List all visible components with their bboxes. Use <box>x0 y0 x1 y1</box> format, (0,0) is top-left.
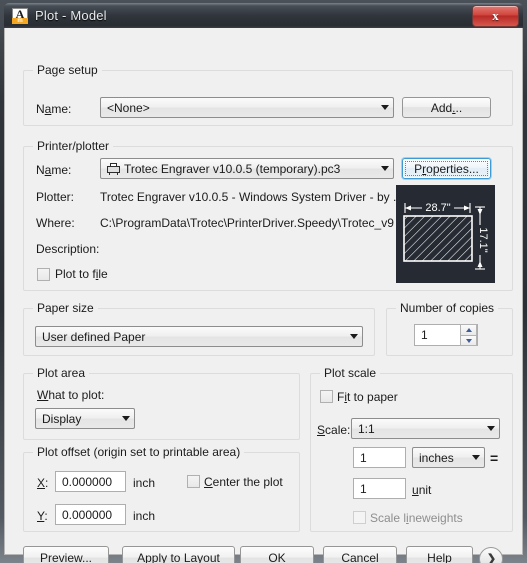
printer-properties-button[interactable]: Properties... <box>402 158 491 179</box>
chevron-down-icon <box>467 448 484 467</box>
scale-numerator-input[interactable]: 1 <box>353 447 406 468</box>
plot-to-file-label: Plot to file <box>55 267 108 281</box>
fit-to-paper-checkbox[interactable] <box>320 390 333 403</box>
plotter-icon <box>107 162 120 175</box>
equals-sign: = <box>490 450 499 466</box>
paper-preview-drawing: 28.7" 17.1" <box>403 201 489 270</box>
properties-button-label: Properties... <box>414 161 479 176</box>
cancel-button-label: Cancel <box>341 551 379 563</box>
close-button[interactable]: x <box>472 5 519 27</box>
offset-x-input[interactable]: 0.000000 <box>55 471 126 492</box>
page-setup-label: Page setup <box>33 63 102 77</box>
preview-button[interactable]: Preview... <box>23 546 109 563</box>
cancel-button[interactable]: Cancel <box>323 546 397 563</box>
help-button-label: Help <box>427 551 452 563</box>
plot-to-file-checkbox[interactable] <box>37 268 50 281</box>
scale-value: 1:1 <box>358 421 375 436</box>
autocad-model-icon: A m <box>12 7 28 24</box>
plot-scale-label: Plot scale <box>320 366 381 380</box>
offset-x-unit: inch <box>133 476 156 490</box>
page-setup-name-combo[interactable]: <None> <box>100 97 394 118</box>
app-icon-sub: m <box>12 17 28 24</box>
scale-combo[interactable]: 1:1 <box>351 418 500 439</box>
close-icon: x <box>492 8 499 23</box>
more-options-button[interactable]: ❯ <box>479 547 503 563</box>
offset-x-label: X: <box>37 476 49 490</box>
preview-height-label: 17.1" <box>477 227 489 252</box>
paper-size-combo[interactable]: User defined Paper <box>35 326 363 347</box>
offset-y-value: 0.000000 <box>62 507 113 522</box>
paper-size-label: Paper size <box>33 301 98 315</box>
plot-dialog: A m Plot - Model x Page setup Name: <Non… <box>0 0 527 563</box>
window-title: Plot - Model <box>35 8 107 23</box>
scale-lineweights-checkbox[interactable] <box>353 511 366 524</box>
ok-button-label: OK <box>268 551 286 563</box>
apply-to-layout-button[interactable]: Apply to Layout <box>122 546 235 563</box>
chevron-down-icon <box>376 98 393 117</box>
chevron-down-icon <box>345 327 362 346</box>
apply-to-layout-button-label: Apply to Layout <box>137 551 220 563</box>
title-bar: A m Plot - Model x <box>4 3 523 28</box>
scale-units-value: inches <box>419 450 454 465</box>
scale-denominator-input[interactable]: 1 <box>353 478 406 499</box>
copies-stepper[interactable] <box>460 324 477 346</box>
preview-button-label: Preview... <box>39 551 93 563</box>
offset-x-value: 0.000000 <box>62 474 113 489</box>
dialog-client-area: Page setup Name: <None> Add... Printer/p… <box>4 28 523 563</box>
scale-units-combo[interactable]: inches <box>412 447 485 468</box>
add-page-setup-button[interactable]: Add... <box>402 97 491 118</box>
ok-button[interactable]: OK <box>240 546 314 563</box>
printer-name-label: Name: <box>36 163 72 177</box>
scale-label: Scale: <box>317 423 351 437</box>
printer-plotter-label: Printer/plotter <box>33 139 114 153</box>
copies-label: Number of copies <box>396 301 499 315</box>
chevron-down-icon <box>482 419 499 438</box>
plotter-description-label: Description: <box>36 242 100 256</box>
scale-denominator-value: 1 <box>360 481 367 496</box>
copies-value: 1 <box>421 328 428 342</box>
help-button[interactable]: Help <box>406 546 473 563</box>
plot-area-label: Plot area <box>33 366 90 380</box>
stepper-down-icon[interactable] <box>460 335 477 346</box>
page-setup-name-value: <None> <box>107 100 150 115</box>
center-the-plot-label: Center the plot <box>204 475 283 489</box>
paper-size-value: User defined Paper <box>42 329 146 344</box>
printer-name-value: Trotec Engraver v10.0.5 (temporary).pc3 <box>124 161 341 176</box>
fit-to-paper-label: Fit to paper <box>337 390 398 404</box>
paper-preview: 28.7" 17.1" <box>396 185 495 283</box>
offset-y-input[interactable]: 0.000000 <box>55 504 126 525</box>
scale-unit-label: unit <box>412 483 432 497</box>
chevron-down-icon <box>376 159 393 178</box>
stepper-up-icon[interactable] <box>460 324 477 335</box>
what-to-plot-combo[interactable]: Display <box>35 408 135 429</box>
printer-name-value-wrap: Trotec Engraver v10.0.5 (temporary).pc3 <box>101 162 376 176</box>
offset-y-label: Y: <box>37 509 48 523</box>
plotter-driver-value: Trotec Engraver v10.0.5 - Windows System… <box>100 190 403 204</box>
what-to-plot-value: Display <box>42 411 82 426</box>
add-button-label: Add... <box>430 100 463 115</box>
plot-offset-label: Plot offset (origin set to printable are… <box>33 445 245 459</box>
chevron-right-icon: ❯ <box>486 552 497 563</box>
page-setup-name-label: Name: <box>36 102 72 116</box>
center-the-plot-checkbox[interactable] <box>187 475 200 488</box>
preview-width-label: 28.7" <box>425 202 450 214</box>
plotter-where-value: C:\ProgramData\Trotec\PrinterDriver.Spee… <box>100 216 394 230</box>
plotter-driver-label: Plotter: <box>36 190 75 204</box>
chevron-down-icon <box>117 409 134 428</box>
what-to-plot-label: What to plot: <box>37 388 105 402</box>
scale-lineweights-label: Scale lineweights <box>370 511 463 525</box>
plot-area-group: Plot area <box>23 366 300 440</box>
plotter-where-label: Where: <box>36 216 75 230</box>
scale-numerator-value: 1 <box>360 450 367 465</box>
offset-y-unit: inch <box>133 509 156 523</box>
printer-name-combo[interactable]: Trotec Engraver v10.0.5 (temporary).pc3 <box>100 158 394 179</box>
